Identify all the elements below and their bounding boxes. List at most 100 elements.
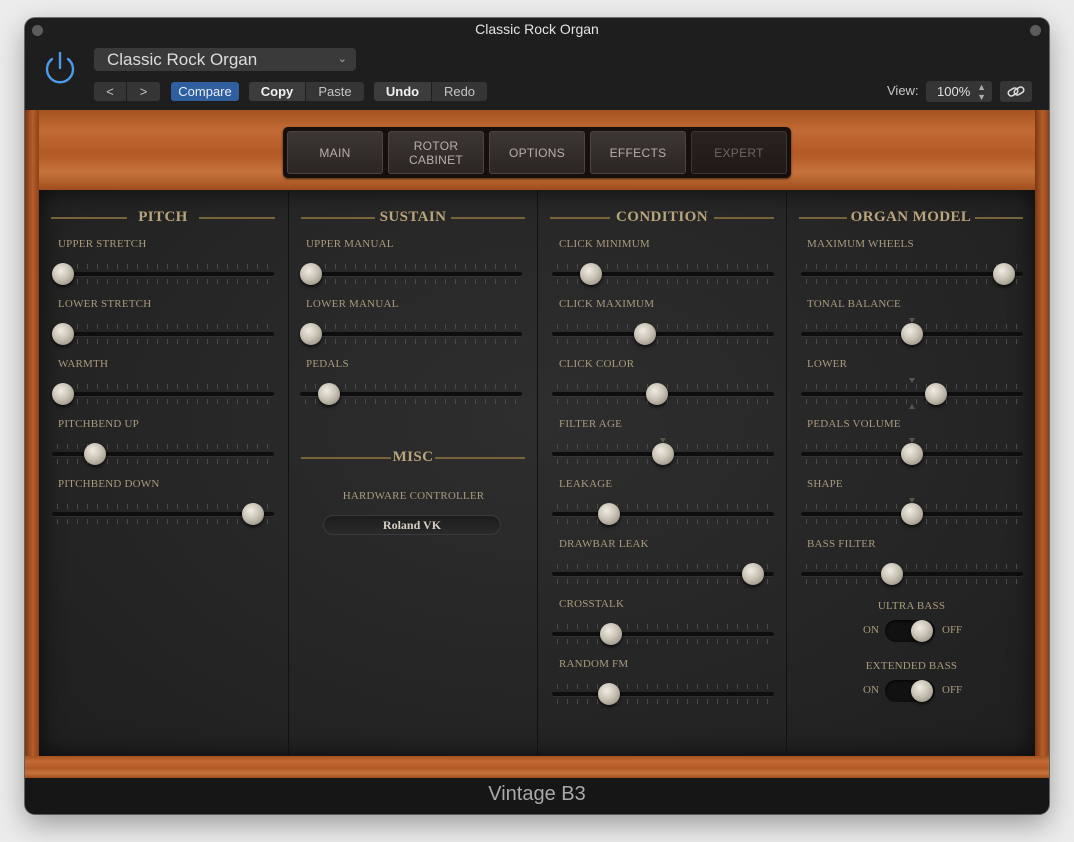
bass-filter-slider[interactable] xyxy=(801,552,1023,592)
tab-expert[interactable]: EXPERT xyxy=(691,131,787,174)
slider-knob[interactable] xyxy=(300,323,322,345)
drawbar-leak-slider[interactable] xyxy=(552,552,774,592)
slider-knob[interactable] xyxy=(993,263,1015,285)
lower-slider[interactable] xyxy=(801,372,1023,412)
slider-ticks xyxy=(57,504,269,524)
slider-knob[interactable] xyxy=(600,623,622,645)
slider-knob[interactable] xyxy=(598,683,620,705)
lower-manual-slider[interactable] xyxy=(300,312,522,352)
slider-knob[interactable] xyxy=(652,443,674,465)
tab-options[interactable]: OPTIONS xyxy=(489,131,585,174)
organ-model-column: ORGAN MODEL MAXIMUM WHEELS TONAL BALANCE… xyxy=(786,190,1035,756)
pitchbend-down-slider[interactable] xyxy=(52,492,274,532)
slider-knob[interactable] xyxy=(52,263,74,285)
tab-main[interactable]: MAIN xyxy=(287,131,383,174)
slider-knob[interactable] xyxy=(52,323,74,345)
random-fm-label: RANDOM FM xyxy=(559,658,629,670)
slider-knob[interactable] xyxy=(52,383,74,405)
slider-knob[interactable] xyxy=(901,443,923,465)
crosstalk-slider[interactable] xyxy=(552,612,774,652)
slider-ticks xyxy=(557,684,769,704)
toggle-knob xyxy=(911,620,933,642)
slider-knob[interactable] xyxy=(300,263,322,285)
pedals-slider[interactable] xyxy=(300,372,522,412)
power-icon[interactable] xyxy=(41,50,79,88)
maximum-wheels-label: MAXIMUM WHEELS xyxy=(807,238,914,250)
paste-button[interactable]: Paste xyxy=(306,82,364,101)
filter-age-slider[interactable] xyxy=(552,432,774,472)
slider-knob[interactable] xyxy=(84,443,106,465)
slider-knob[interactable] xyxy=(580,263,602,285)
sustain-title: SUSTAIN xyxy=(379,209,447,225)
warmth-slider[interactable] xyxy=(52,372,274,412)
slider-knob[interactable] xyxy=(318,383,340,405)
undo-button[interactable]: Undo xyxy=(374,82,431,101)
center-marker-icon xyxy=(909,378,915,383)
tab-rotor-cabinet[interactable]: ROTOR CABINET xyxy=(388,131,484,174)
slider-knob[interactable] xyxy=(646,383,668,405)
click-color-slider[interactable] xyxy=(552,372,774,412)
slider-knob[interactable] xyxy=(925,383,947,405)
random-fm-slider[interactable] xyxy=(552,672,774,712)
filter-age-label: FILTER AGE xyxy=(559,418,623,430)
plugin-footer: Vintage B3 xyxy=(25,778,1049,814)
misc-section-header: MISC xyxy=(301,448,525,468)
slider-knob[interactable] xyxy=(742,563,764,585)
chevron-down-icon: ⌄ xyxy=(337,53,347,65)
sustain-column: SUSTAIN UPPER MANUAL LOWER MANUAL PEDALS… xyxy=(288,190,537,756)
slider-knob[interactable] xyxy=(881,563,903,585)
next-preset-button[interactable]: > xyxy=(127,82,160,101)
pitchbend-up-slider[interactable] xyxy=(52,432,274,472)
tab-effects[interactable]: EFFECTS xyxy=(590,131,686,174)
preset-menu[interactable]: Classic Rock Organ ⌄ xyxy=(94,48,356,71)
bass-filter-label: BASS FILTER xyxy=(807,538,876,550)
upper-stretch-slider[interactable] xyxy=(52,252,274,292)
wood-side-left xyxy=(25,110,39,778)
slider-ticks xyxy=(57,384,269,404)
organ-model-section-header: ORGAN MODEL xyxy=(799,208,1023,228)
link-icon xyxy=(1007,86,1025,97)
link-button[interactable] xyxy=(1000,81,1032,102)
slider-ticks xyxy=(557,624,769,644)
pedals-volume-slider[interactable] xyxy=(801,432,1023,472)
upper-stretch-label: UPPER STRETCH xyxy=(58,238,147,250)
shape-slider[interactable] xyxy=(801,492,1023,532)
zoom-select[interactable]: 100% ▲ ▼ xyxy=(926,81,992,102)
slider-ticks xyxy=(305,324,517,344)
copy-button[interactable]: Copy xyxy=(249,82,305,101)
leakage-slider[interactable] xyxy=(552,492,774,532)
click-maximum-slider[interactable] xyxy=(552,312,774,352)
upper-manual-slider[interactable] xyxy=(300,252,522,292)
pitchbend-up-label: PITCHBEND UP xyxy=(58,418,139,430)
ultra-bass-label: ULTRA BASS xyxy=(877,600,946,612)
click-color-label: CLICK COLOR xyxy=(559,358,635,370)
slider-ticks xyxy=(557,504,769,524)
extended-bass-off-label: OFF xyxy=(942,684,963,696)
compare-button[interactable]: Compare xyxy=(171,82,239,101)
extended-bass-toggle[interactable] xyxy=(885,680,935,702)
redo-button[interactable]: Redo xyxy=(432,82,487,101)
upper-manual-label: UPPER MANUAL xyxy=(306,238,394,250)
hardware-controller-label: HARDWARE CONTROLLER xyxy=(342,490,485,502)
slider-knob[interactable] xyxy=(634,323,656,345)
chevron-right-icon: > xyxy=(139,84,148,99)
crosstalk-label: CROSSTALK xyxy=(559,598,625,610)
slider-ticks xyxy=(806,264,1018,284)
lower-label: LOWER xyxy=(807,358,848,370)
chevron-left-icon: < xyxy=(106,84,114,99)
lower-stretch-slider[interactable] xyxy=(52,312,274,352)
maximum-wheels-slider[interactable] xyxy=(801,252,1023,292)
slider-knob[interactable] xyxy=(242,503,264,525)
wood-footer xyxy=(25,756,1049,778)
tonal-balance-label: TONAL BALANCE xyxy=(807,298,901,310)
slider-knob[interactable] xyxy=(598,503,620,525)
previous-preset-button[interactable]: < xyxy=(94,82,126,101)
stepper-icon: ▲ ▼ xyxy=(977,82,986,102)
tonal-balance-slider[interactable] xyxy=(801,312,1023,352)
slider-knob[interactable] xyxy=(901,323,923,345)
ultra-bass-toggle[interactable] xyxy=(885,620,935,642)
click-minimum-slider[interactable] xyxy=(552,252,774,292)
title-bar: Classic Rock Organ Classic Rock Organ ⌄ … xyxy=(25,18,1049,110)
hardware-controller-select[interactable]: Roland VK xyxy=(323,515,501,535)
slider-knob[interactable] xyxy=(901,503,923,525)
